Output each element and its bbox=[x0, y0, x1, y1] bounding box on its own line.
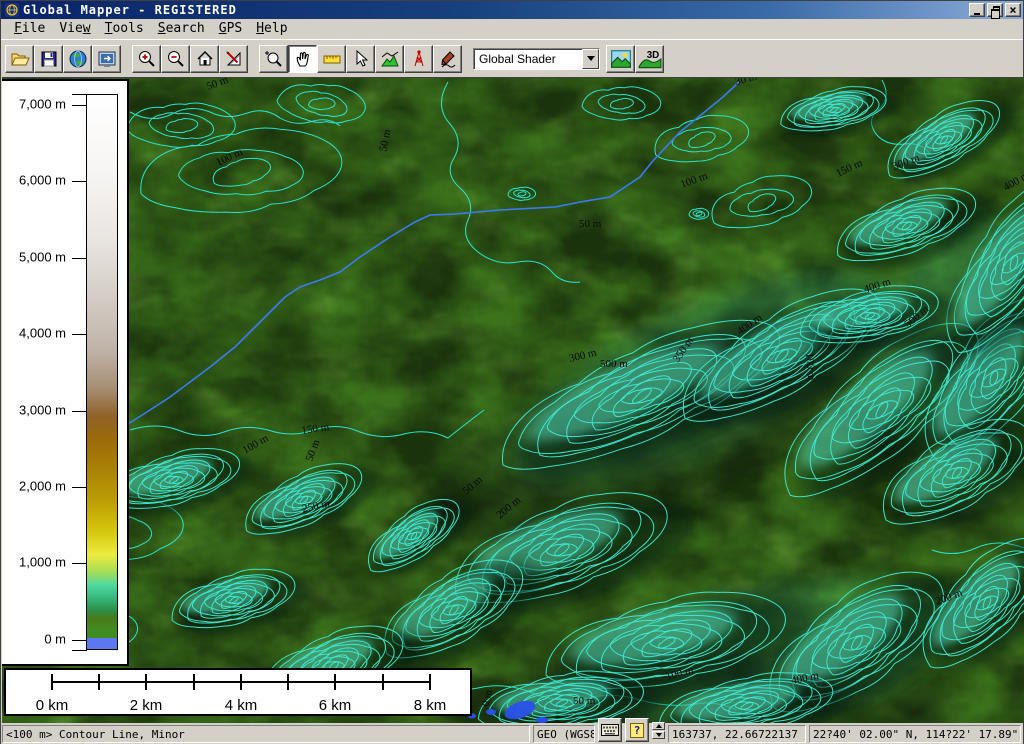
pan-hand-icon bbox=[293, 49, 313, 69]
zoom-tool-button[interactable] bbox=[259, 45, 288, 73]
elevation-gradient-bar bbox=[86, 94, 118, 650]
map-view[interactable]: 50 m 100 m 50 m 50 m 30 m 100 m 150 m 30… bbox=[2, 77, 1024, 723]
feature-status-text: <100 m> Contour Line, Minor bbox=[2, 725, 530, 743]
spinner-down-button[interactable] bbox=[652, 731, 665, 739]
help-button[interactable]: ? bbox=[625, 718, 649, 742]
restore-button[interactable] bbox=[987, 3, 1003, 17]
scale-bar-graphic: 0 km 2 km 4 km 6 km 8 km bbox=[6, 670, 470, 714]
menu-bar: File View Tools Search GPS Help bbox=[1, 19, 1023, 39]
coordinate-entry-button[interactable] bbox=[598, 718, 622, 742]
full-view-button[interactable] bbox=[190, 45, 219, 73]
scale-label-8km: 8 km bbox=[414, 697, 447, 714]
3d-label: 3D bbox=[646, 49, 659, 60]
legend-tick-1000: 1,000 m bbox=[19, 555, 66, 570]
scale-label-0km: 0 km bbox=[36, 697, 69, 714]
legend-tick-top bbox=[72, 94, 87, 95]
menu-tools[interactable]: Tools bbox=[98, 20, 151, 37]
global-mapper-window: Global Mapper - REGISTERED × File View T… bbox=[0, 0, 1024, 744]
digitizer-button[interactable] bbox=[433, 45, 462, 73]
pointer-tool-button[interactable] bbox=[346, 45, 375, 73]
legend-tick-bottom bbox=[72, 650, 87, 651]
close-icon: × bbox=[1009, 4, 1016, 16]
zoom-in-icon bbox=[137, 49, 157, 69]
landscape-image-icon bbox=[610, 48, 632, 70]
3d-view-button[interactable]: 3D bbox=[635, 45, 664, 73]
zoom-spinner bbox=[652, 722, 665, 743]
zoom-in-button[interactable] bbox=[132, 45, 161, 73]
minimize-button[interactable] bbox=[969, 3, 985, 17]
svg-text:500 m: 500 m bbox=[600, 358, 628, 370]
svg-text:100 m: 100 m bbox=[803, 352, 817, 381]
measure-tool-button[interactable] bbox=[317, 45, 346, 73]
svg-text:50 m: 50 m bbox=[579, 218, 602, 230]
menu-view[interactable]: View bbox=[52, 20, 97, 37]
zoom-out-button[interactable] bbox=[161, 45, 190, 73]
legend-tick-7000: 7,000 m bbox=[19, 97, 66, 112]
legend-tick-3000: 3,000 m bbox=[19, 403, 66, 418]
status-bar: <100 m> Contour Line, Minor GEO (WGS84 ? bbox=[1, 723, 1023, 744]
screen-capture-button[interactable] bbox=[92, 45, 121, 73]
legend-tick-2000: 2,000 m bbox=[19, 479, 66, 494]
window-title: Global Mapper - REGISTERED bbox=[23, 3, 969, 17]
web-imagery-button[interactable] bbox=[63, 45, 92, 73]
legend-tick-0: 0 m bbox=[44, 632, 66, 647]
keyboard-icon bbox=[601, 724, 619, 736]
lat-lon-text: 22?40' 02.00" N, 114?22' 17.89" E bbox=[809, 725, 1021, 743]
path-profile-button[interactable] bbox=[375, 45, 404, 73]
spinner-up-button[interactable] bbox=[652, 722, 665, 730]
help-icon: ? bbox=[630, 723, 645, 738]
scale-label-2km: 2 km bbox=[130, 697, 163, 714]
show-raster-button[interactable] bbox=[606, 45, 635, 73]
restore-icon bbox=[993, 6, 1000, 13]
scale-label-6km: 6 km bbox=[319, 697, 352, 714]
cursor-arrow-icon bbox=[351, 49, 371, 69]
legend-tick-6000: 6,000 m bbox=[19, 173, 66, 188]
chevron-down-icon bbox=[587, 56, 595, 61]
menu-file[interactable]: File bbox=[7, 20, 52, 37]
menu-gps[interactable]: GPS bbox=[212, 20, 249, 37]
map-canvas[interactable]: 50 m 100 m 50 m 50 m 30 m 100 m 150 m 30… bbox=[2, 78, 1024, 723]
globe-icon bbox=[68, 49, 88, 69]
pencil-icon bbox=[438, 49, 458, 69]
minimize-icon bbox=[974, 13, 980, 15]
svg-text:50 m: 50 m bbox=[573, 695, 596, 707]
projection-status-text: GEO (WGS84 bbox=[533, 725, 595, 743]
ruler-icon bbox=[322, 49, 342, 69]
3d-view-icon: 3D bbox=[638, 48, 662, 70]
scale-label-4km: 4 km bbox=[225, 697, 258, 714]
zoom-out-icon bbox=[166, 49, 186, 69]
distance-scale-bar: 0 km 2 km 4 km 6 km 8 km bbox=[4, 668, 472, 716]
monitor-icon bbox=[97, 49, 117, 69]
view-shed-button[interactable] bbox=[404, 45, 433, 73]
app-globe-icon bbox=[5, 3, 19, 17]
title-bar: Global Mapper - REGISTERED × bbox=[1, 1, 1023, 19]
antenna-icon bbox=[409, 49, 429, 69]
shader-select-value: Global Shader bbox=[474, 49, 582, 69]
pan-tool-button[interactable] bbox=[288, 45, 317, 73]
menu-search[interactable]: Search bbox=[151, 20, 212, 37]
cursor-coordinates-text: 163737, 22.66722137 ) bbox=[668, 725, 806, 743]
path-profile-icon bbox=[380, 49, 400, 69]
elevation-legend: 7,000 m 6,000 m 5,000 m 4,000 m 3,000 m … bbox=[2, 79, 129, 666]
shader-select[interactable]: Global Shader bbox=[473, 48, 600, 70]
save-button[interactable] bbox=[34, 45, 63, 73]
close-button[interactable]: × bbox=[1005, 3, 1021, 17]
legend-tick-4000: 4,000 m bbox=[19, 326, 66, 341]
scale-ruler-pencil-icon bbox=[224, 49, 244, 69]
combo-dropdown-button[interactable] bbox=[582, 49, 599, 69]
open-file-button[interactable] bbox=[5, 45, 34, 73]
down-arrow-icon bbox=[656, 733, 662, 737]
zoom-to-scale-button[interactable] bbox=[219, 45, 248, 73]
menu-help[interactable]: Help bbox=[249, 20, 294, 37]
zoom-tool-icon bbox=[264, 49, 284, 69]
open-folder-icon bbox=[10, 49, 30, 69]
legend-tick-5000: 5,000 m bbox=[19, 250, 66, 265]
toolbar: Global Shader 3D bbox=[1, 39, 1023, 77]
save-floppy-icon bbox=[39, 49, 59, 69]
home-icon bbox=[195, 49, 215, 69]
up-arrow-icon bbox=[656, 724, 662, 728]
